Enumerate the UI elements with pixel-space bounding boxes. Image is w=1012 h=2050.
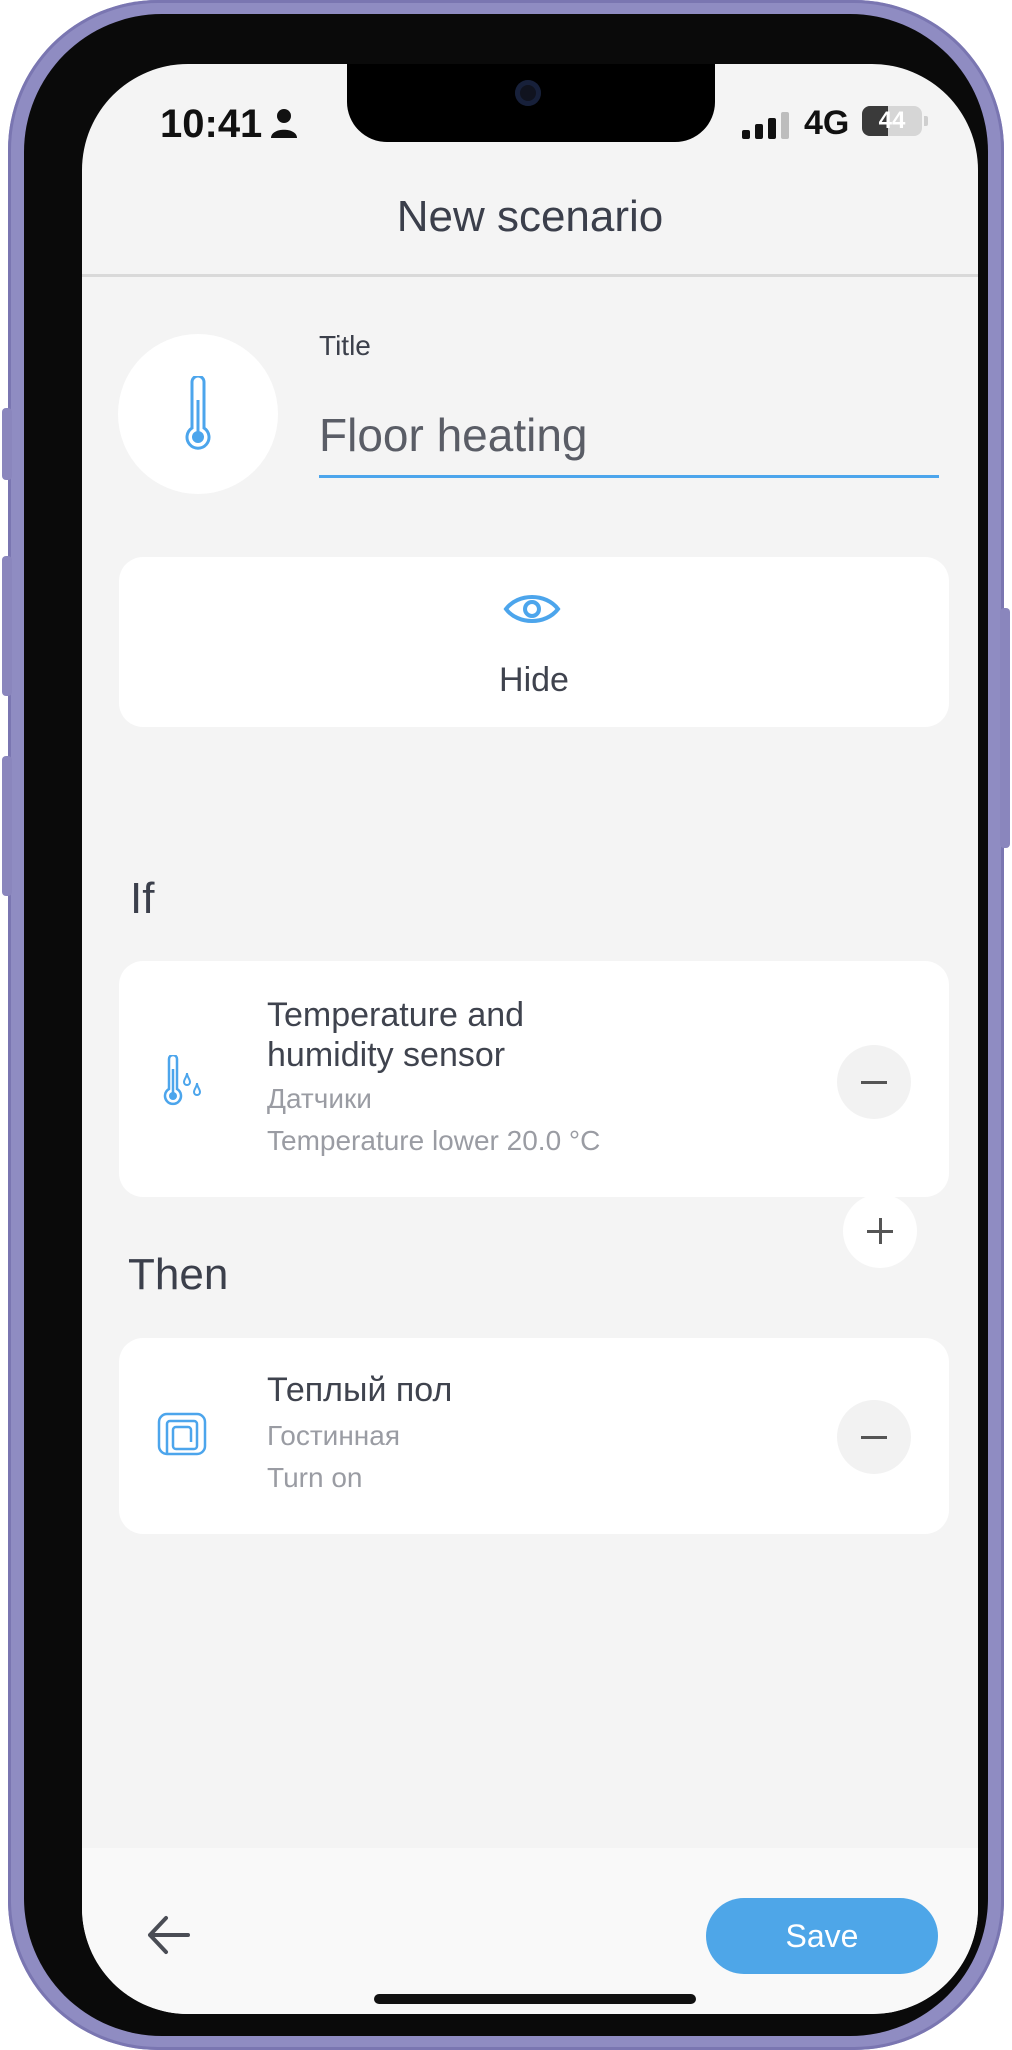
arrow-left-icon[interactable] — [144, 1910, 194, 1960]
status-time: 10:41 — [160, 102, 263, 146]
front-camera — [515, 80, 541, 106]
battery-cap — [924, 116, 928, 126]
battery-icon: 44 — [862, 106, 922, 136]
then-section-label: Then — [128, 1250, 229, 1299]
hide-label: Hide — [499, 661, 569, 699]
title-label: Title — [319, 330, 371, 361]
floor-heating-icon — [157, 1412, 207, 1456]
volume-down-button — [2, 756, 12, 896]
hide-toggle-card[interactable]: Hide — [119, 557, 949, 727]
add-action-button[interactable] — [843, 1194, 917, 1268]
phone-bezel: 10:41 4G 44 New scenario Title Floor hea… — [24, 14, 988, 2036]
battery-level: 44 — [878, 107, 906, 134]
action-device-name: Теплый пол — [267, 1371, 453, 1409]
power-button — [1000, 608, 1010, 848]
remove-condition-button[interactable] — [837, 1045, 911, 1119]
action-card[interactable]: Теплый пол Гостинная Turn on — [119, 1338, 949, 1534]
condition-card[interactable]: Temperature and humidity sensor Датчики … — [119, 961, 949, 1197]
cellular-signal-icon — [742, 112, 789, 139]
title-input[interactable] — [319, 394, 939, 478]
dynamic-notch — [347, 64, 715, 142]
eye-icon — [503, 595, 561, 623]
phone-frame: 10:41 4G 44 New scenario Title Floor hea… — [2, 0, 1010, 2050]
action-text: Turn on — [267, 1462, 363, 1493]
page-title: New scenario — [396, 192, 664, 241]
condition-device-name-line1: Temperature and — [267, 996, 525, 1034]
condition-device-name-line2: humidity sensor — [267, 1036, 506, 1074]
temperature-humidity-icon — [163, 1055, 202, 1106]
app-screen: 10:41 4G 44 New scenario Title Floor hea… — [82, 64, 978, 2014]
condition-text: Temperature lower 20.0 °C — [267, 1125, 601, 1156]
condition-device-group: Датчики — [267, 1083, 372, 1114]
scenario-icon-picker[interactable] — [118, 334, 278, 494]
save-button[interactable]: Save — [706, 1898, 938, 1974]
thermometer-icon — [185, 376, 211, 450]
header-divider — [82, 274, 978, 277]
action-device-room: Гостинная — [267, 1420, 400, 1451]
home-indicator — [374, 1994, 696, 2004]
remove-action-button[interactable] — [837, 1400, 911, 1474]
network-type: 4G — [804, 104, 850, 142]
volume-up-button — [2, 556, 12, 696]
if-section-label: If — [130, 874, 155, 923]
action-button — [2, 408, 12, 480]
person-icon — [271, 109, 297, 138]
